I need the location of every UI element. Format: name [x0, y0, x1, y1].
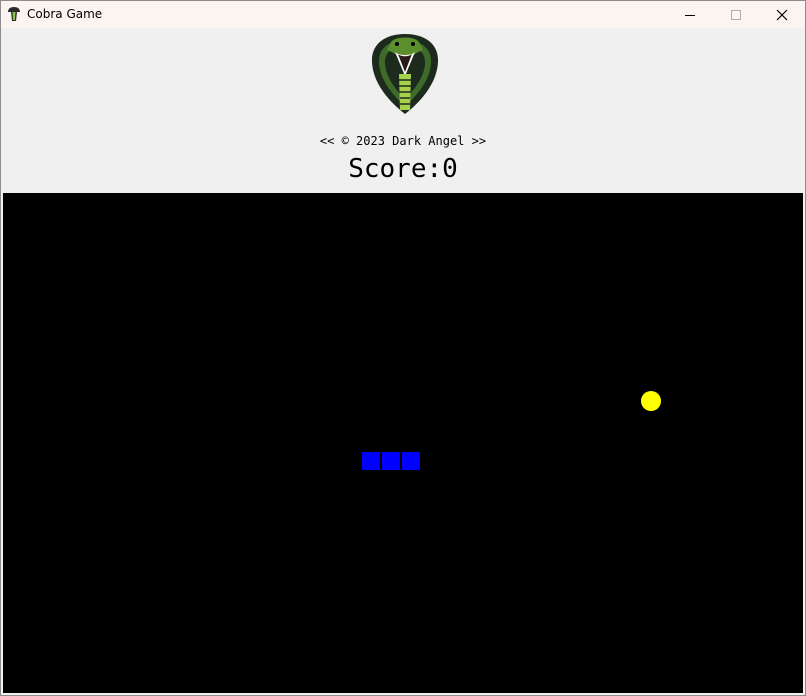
- header-panel: << © 2023 Dark Angel >> Score:0: [1, 28, 805, 193]
- copyright-text: << © 2023 Dark Angel >>: [319, 134, 487, 148]
- snake-head: [401, 451, 421, 471]
- minimize-icon: [685, 14, 695, 16]
- snake-segment: [381, 451, 401, 471]
- title-bar[interactable]: Cobra Game: [1, 1, 805, 28]
- maximize-button[interactable]: [713, 1, 759, 28]
- cobra-icon: [8, 7, 20, 21]
- close-button[interactable]: [759, 1, 805, 28]
- cobra-logo: [371, 34, 439, 114]
- game-window: Cobra Game << © 2023 Dark Angel >> Score…: [0, 0, 806, 696]
- close-icon: [776, 9, 788, 20]
- minimize-button[interactable]: [667, 1, 713, 28]
- maximize-icon: [731, 9, 741, 20]
- window-title: Cobra Game: [27, 7, 103, 21]
- score-label: Score:0: [348, 154, 458, 184]
- food-pellet: [641, 391, 661, 411]
- game-canvas[interactable]: [3, 193, 803, 693]
- snake-segment: [361, 451, 381, 471]
